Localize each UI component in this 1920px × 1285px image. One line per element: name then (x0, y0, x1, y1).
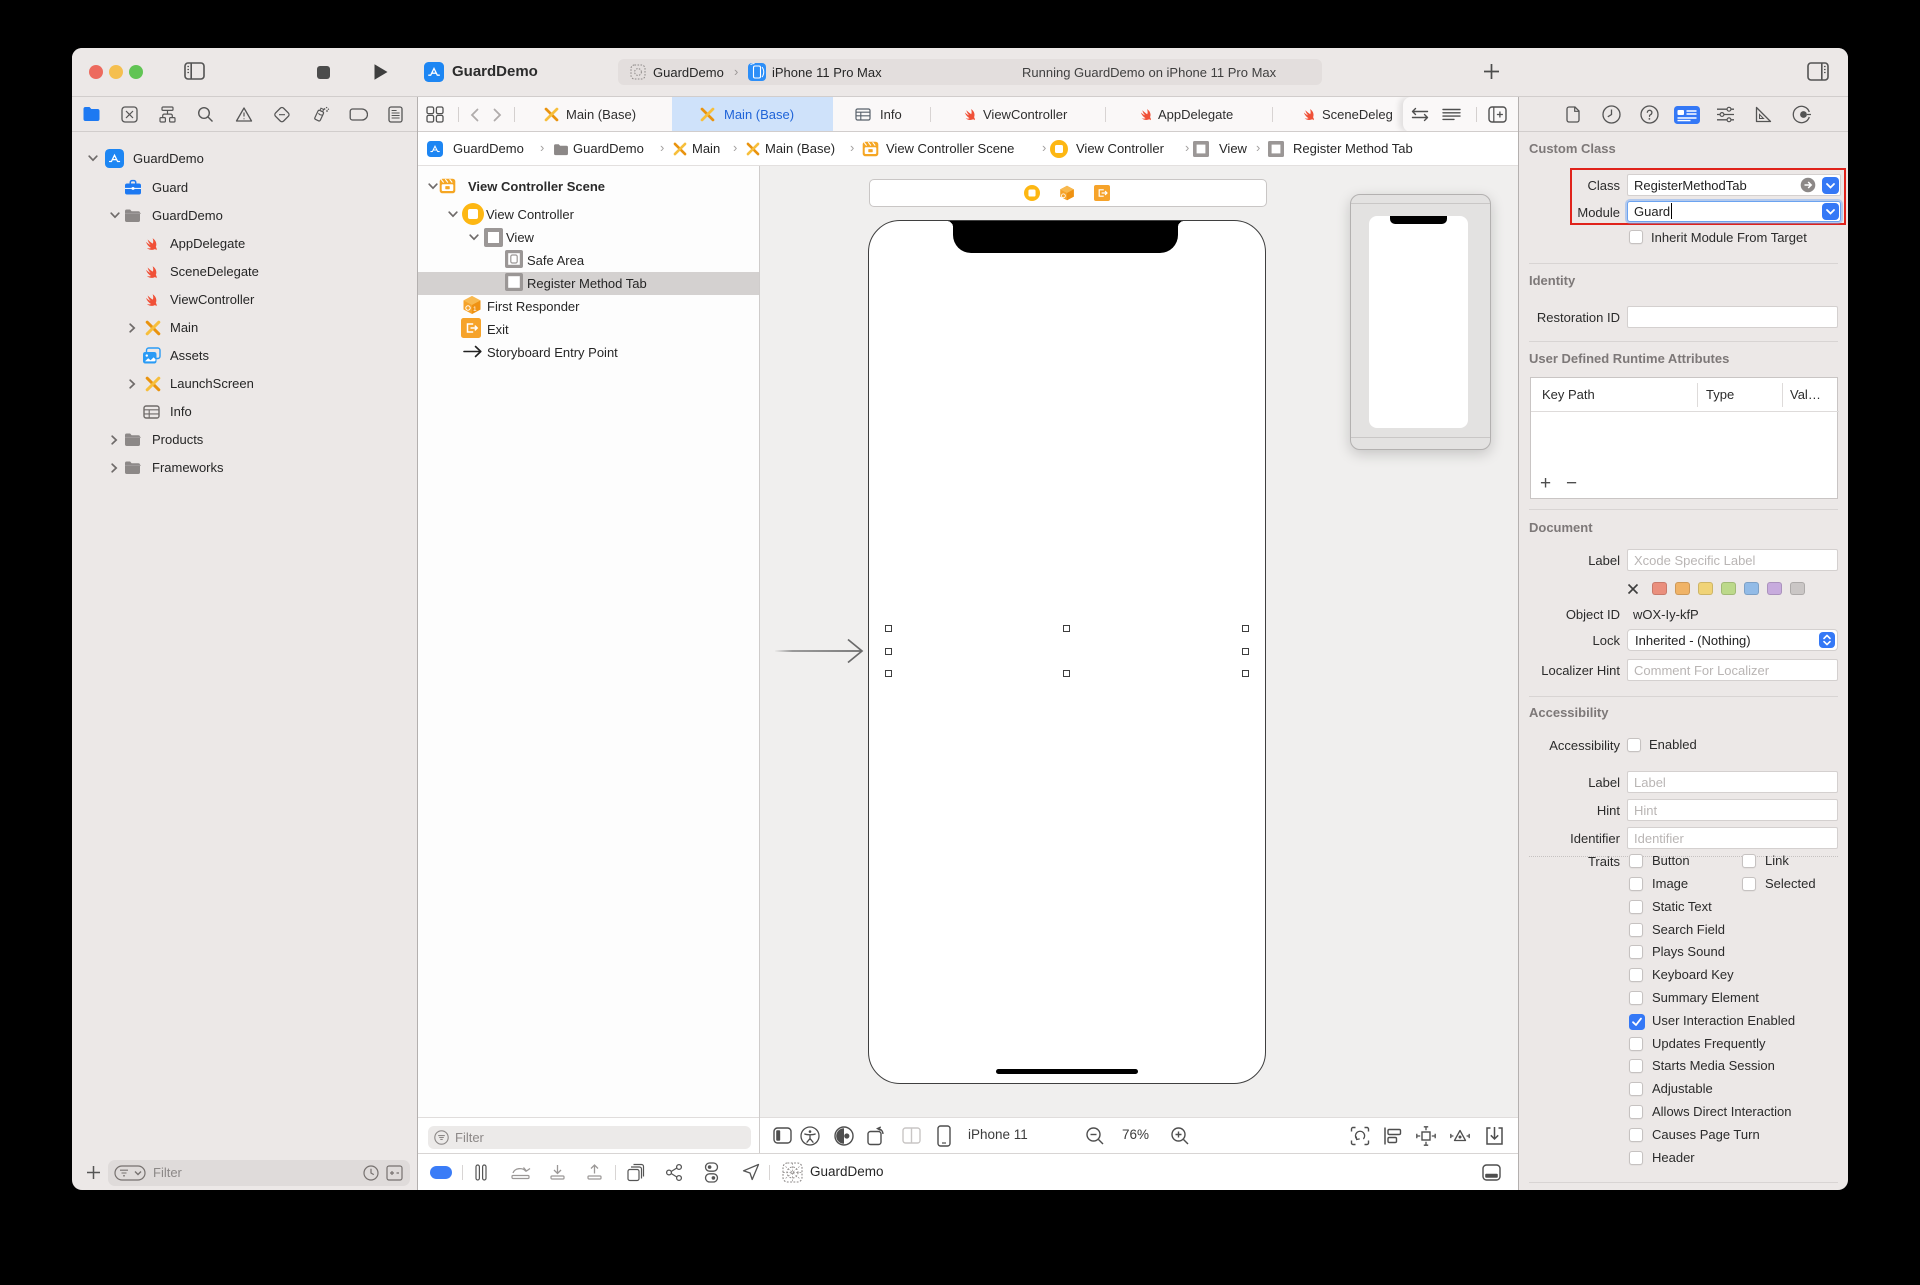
svg-text:1: 1 (473, 306, 477, 313)
